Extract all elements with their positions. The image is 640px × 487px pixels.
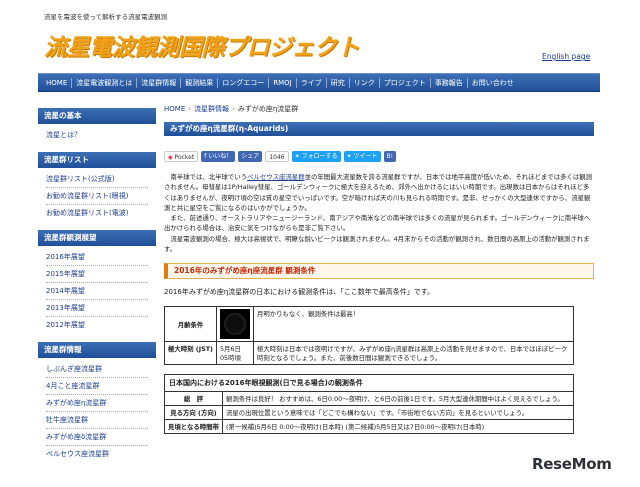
nav-item-about[interactable]: 流星電波観測とは: [72, 77, 138, 88]
table-row: 総 評 観測条件は良好！ おすすめは、6日0:00〜夜明け、と6日の前後1日です…: [164, 391, 575, 407]
main-nav: HOME 流星電波観測とは 流星群情報 観測結果 ロングエコー RMOJ ライブ…: [38, 73, 600, 92]
peak-note: 極大時刻は日本では夜明けですが、みずがめ座η流星群は高原上の活動を見せますので、…: [252, 341, 575, 366]
facebook-icon: f: [204, 152, 207, 160]
sidebar-link-lyrids[interactable]: 4月こと座流星群: [46, 378, 148, 395]
peak-label: 極大時刻 (JST): [164, 341, 217, 366]
paragraph-radio: 流星電波観測の場合、極大は高視状で、明瞭な鋭いピークは観測されません。4月末から…: [164, 234, 590, 254]
visual-table-caption: 日本国内における2016年眼視観測(日で見る場合)の観測条件: [164, 374, 574, 393]
social-buttons: ◆ Pocket f いいね！ シェア 1046 ✦ フォローする ✦ ツイート…: [164, 150, 594, 162]
breadcrumb-separator: ›: [232, 105, 235, 113]
sidebar-link-list-official[interactable]: 流星群リスト(公式版): [46, 171, 148, 188]
nav-item-project[interactable]: プロジェクト: [380, 77, 431, 88]
twitter-icon: ✦: [294, 152, 300, 160]
hatena-bookmark-button[interactable]: B!: [383, 150, 397, 162]
section-lead: 2016年みずがめ座η流星群の日本における観測条件は、「ここ数年で最高条件」です…: [164, 288, 435, 297]
sidebar-link-list-radio[interactable]: お勧め流星群リスト(電波): [46, 205, 148, 222]
table-row: 日本国内における2016年眼視観測(日で見る場合)の観測条件: [164, 374, 574, 393]
sidebar-heading-outlook: 流星群観測展望: [38, 230, 156, 246]
breadcrumb-showers[interactable]: 流星群情報: [194, 105, 229, 113]
sidebar-heading-shower-info: 流星群情報: [38, 342, 156, 358]
breadcrumb-separator: ›: [188, 105, 192, 113]
sidebar-link-what-is-meteor[interactable]: 流星とは？: [46, 127, 148, 144]
pocket-button[interactable]: ◆ Pocket: [164, 150, 199, 162]
row-label: 総 評: [164, 391, 223, 407]
nav-item-links[interactable]: リンク: [350, 77, 380, 88]
row-value: 観測条件は良好！ おすすめは、6日0:00〜夜明け、と6日の前後1日です。5月大…: [221, 391, 575, 407]
nav-item-home[interactable]: HOME: [42, 77, 73, 88]
site-tagline: 流星を電波を使って解析する流星電波観測: [44, 13, 168, 21]
sidebar-link-list-visual[interactable]: お勧め流星群リスト(眼視): [46, 188, 148, 205]
perseids-link[interactable]: ペルセウス座流星群: [247, 173, 305, 181]
conditions-table: 月齢条件 月明かりもなく、観測条件は最高！ 極大時刻 (JST) 5月6日 05…: [164, 306, 575, 366]
breadcrumb-current: みずがめ座η流星群: [237, 105, 299, 113]
nav-item-showers[interactable]: 流星群情報: [137, 77, 182, 88]
nav-item-results[interactable]: 観測結果: [181, 77, 219, 88]
row-value: 流星の出現位置という意味では「どこでも構わない」です。「市街地でない方向」を見る…: [221, 405, 575, 421]
breadcrumb-home[interactable]: HOME: [164, 105, 185, 113]
sidebar-link-perseids[interactable]: ペルセウス座流星群: [46, 446, 148, 463]
nav-item-reports[interactable]: 事務報告: [431, 77, 468, 88]
nav-item-live[interactable]: ライブ: [297, 77, 327, 88]
nav-item-rmoj[interactable]: RMOJ: [269, 77, 297, 88]
sidebar-link-2016[interactable]: 2016年展望: [46, 249, 148, 266]
page-title: みずがめ座η流星群(η-Aquarids): [164, 122, 594, 136]
visual-conditions-table: 日本国内における2016年眼視観測(日で見る場合)の観測条件 総 評 観測条件は…: [164, 374, 575, 435]
nav-item-contact[interactable]: お問い合わせ: [468, 78, 518, 88]
english-page-link[interactable]: English page: [542, 52, 590, 61]
twitter-follow-button[interactable]: ✦ フォローする: [291, 150, 341, 162]
main-content: HOME › 流星群情報 › みずがめ座η流星群 みずがめ座η流星群(η-Aquarid…: [164, 104, 594, 435]
row-label: 見る方向 (方向): [164, 405, 223, 421]
sidebar-link-2012[interactable]: 2012年展望: [46, 317, 148, 334]
site-logo[interactable]: 流星電波観測国際プロジェクト: [44, 28, 360, 62]
sidebar-heading-basics: 流星の基本: [38, 108, 156, 124]
moon-image-cell: [215, 306, 254, 343]
sidebar-link-taurids[interactable]: 牡牛座流星群: [46, 412, 148, 429]
sidebar: 流星の基本 流星とは？ 流星群リスト 流星群リスト(公式版) お勧め流星群リスト…: [38, 108, 156, 467]
sidebar-link-2014[interactable]: 2014年展望: [46, 283, 148, 300]
sidebar-link-eta-aquarids[interactable]: みずがめ座η流星群: [46, 395, 148, 412]
article-body: 南半球では、北半球でいうペルセウス座流星群並の年間最大流星数を誇る流星群ですが、…: [164, 172, 594, 254]
table-row: 見る方向 (方向) 流星の出現位置という意味では「どこでも構わない」です。「市街…: [164, 405, 575, 421]
sidebar-heading-shower-list: 流星群リスト: [38, 152, 156, 168]
page: 流星を電波を使って解析する流星電波観測 流星電波観測国際プロジェクト Engli…: [38, 0, 600, 487]
sidebar-link-quadrantids[interactable]: しぶんぎ座流星群: [46, 361, 148, 378]
nav-item-long-echo[interactable]: ロングエコー: [218, 77, 270, 88]
facebook-share-button[interactable]: シェア: [238, 150, 263, 162]
tweet-button[interactable]: ✦ ツイート: [343, 150, 381, 162]
breadcrumb: HOME › 流星群情報 › みずがめ座η流星群: [164, 104, 594, 116]
share-count: 1046: [265, 150, 289, 162]
facebook-like-button[interactable]: f いいね！: [201, 150, 236, 162]
table-row: 極大時刻 (JST) 5月6日 05時頃 極大時刻は日本では夜明けですが、みずが…: [164, 341, 575, 366]
paragraph-southern: また、前述通り、オーストラリアやニュージーランド、南アジアや南米などの南半球では…: [164, 214, 591, 233]
table-row: 月齢条件 月明かりもなく、観測条件は最高！: [164, 306, 575, 343]
sidebar-link-2015[interactable]: 2015年展望: [46, 266, 148, 283]
nav-item-research[interactable]: 研究: [327, 77, 350, 88]
twitter-icon: ✦: [346, 152, 352, 160]
section-heading: 2016年のみずがめ座η座流星群 観測条件: [164, 263, 594, 280]
sidebar-link-2013[interactable]: 2013年展望: [46, 300, 148, 317]
peak-date: 5月6日 05時頃: [215, 341, 254, 366]
moon-label: 月齢条件: [164, 306, 217, 343]
table-row: 見頃となる時間帯 (第一候補)5月6日 0:00〜夜明け(日本時) (第二候補)…: [164, 419, 575, 435]
moon-note: 月明かりもなく、観測条件は最高！: [252, 306, 575, 343]
pocket-icon: ◆: [168, 153, 173, 161]
paragraph-intro: 南半球では、北半球でいうペルセウス座流星群並の年間最大流星数を誇る流星群ですが、…: [164, 173, 593, 212]
sidebar-link-delta-aquarids[interactable]: みずがめ座δ流星群: [46, 429, 148, 446]
moon-phase-image: [219, 309, 250, 340]
row-label: 見頃となる時間帯: [164, 419, 223, 435]
row-value: (第一候補)5月6日 0:00〜夜明け(日本時) (第二候補)5月5日又は7日0…: [221, 419, 575, 435]
resemom-watermark: ReseMom: [532, 455, 612, 473]
